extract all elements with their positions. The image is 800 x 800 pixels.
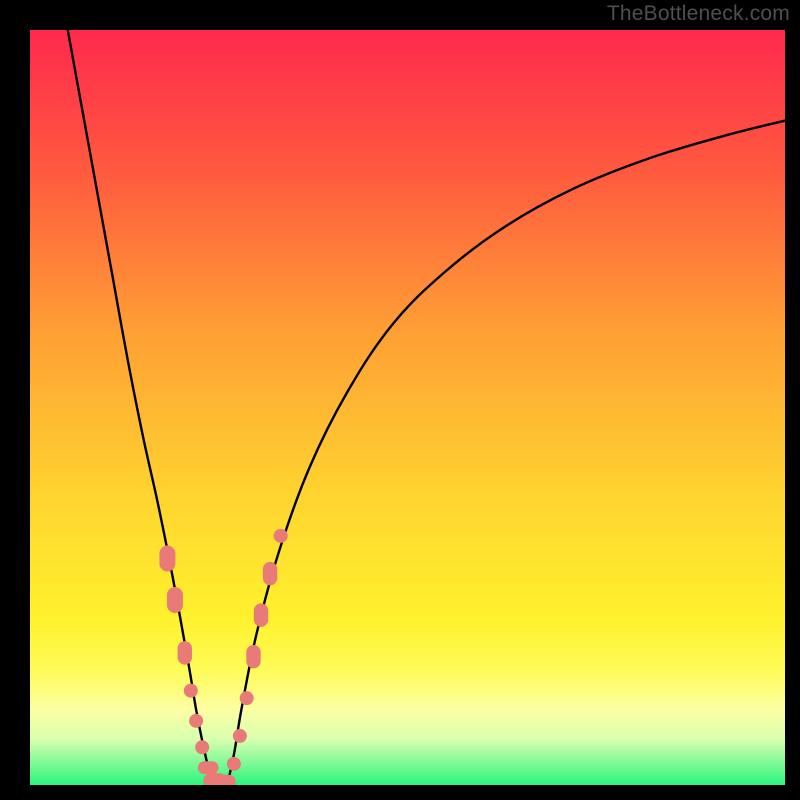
highlight-dot — [184, 684, 198, 698]
highlight-pill — [254, 603, 268, 626]
highlight-pill — [212, 775, 235, 785]
highlight-dot — [227, 757, 241, 771]
highlight-pill — [246, 645, 260, 668]
bottleneck-curve — [68, 30, 785, 785]
highlight-dot — [233, 729, 247, 743]
watermark-text: TheBottleneck.com — [607, 2, 790, 26]
highlight-pill — [159, 546, 175, 572]
highlight-pill — [178, 641, 192, 664]
highlight-dot — [274, 529, 288, 543]
curve-layer — [30, 30, 785, 785]
chart-frame: TheBottleneck.com — [0, 0, 800, 800]
plot-area — [30, 30, 785, 785]
highlight-pill — [198, 761, 219, 774]
highlight-pill — [263, 562, 277, 585]
highlight-pill — [167, 587, 183, 613]
highlight-dot — [189, 714, 203, 728]
highlight-dot — [195, 740, 209, 754]
highlight-dot — [240, 691, 254, 705]
